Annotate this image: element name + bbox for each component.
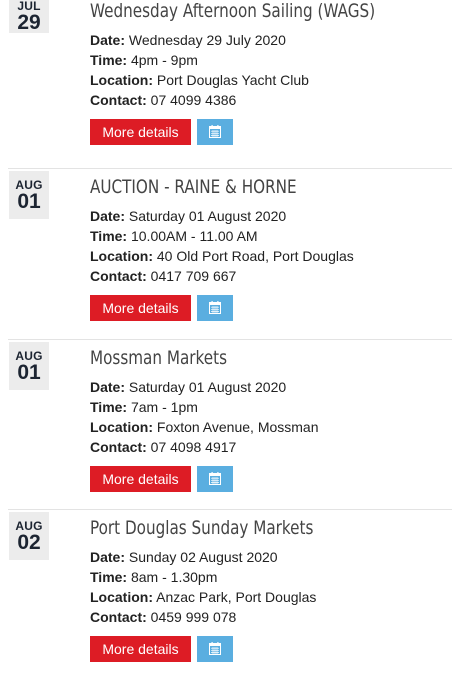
event-actions: More details [90, 636, 450, 662]
date-value: Saturday 01 August 2020 [128, 208, 287, 224]
event-time-row: Time: 10.00AM - 11.00 AM [90, 226, 450, 246]
date-badge: AUG 01 [9, 171, 49, 219]
event-title[interactable]: AUCTION - RAINE & HORNE [90, 174, 378, 200]
contact-label: Contact: [90, 92, 147, 108]
date-day: 29 [17, 11, 41, 34]
event-content: Mossman Markets Date: Saturday 01 August… [90, 339, 450, 492]
date-label: Date: [90, 208, 126, 224]
time-value: 10.00AM - 11.00 AM [130, 228, 258, 244]
contact-label: Contact: [90, 439, 147, 455]
location-label: Location: [90, 419, 153, 435]
location-value: Anzac Park, Port Douglas [156, 589, 317, 605]
event-title[interactable]: Port Douglas Sunday Markets [90, 515, 378, 541]
date-badge: AUG 02 [9, 512, 49, 560]
time-value: 8am - 1.30pm [130, 569, 218, 585]
event-item: JUL 29 Wednesday Afternoon Sailing (WAGS… [0, 0, 454, 158]
date-month: AUG [15, 178, 43, 192]
date-value: Saturday 01 August 2020 [128, 379, 287, 395]
contact-value: 07 4099 4386 [150, 92, 237, 108]
date-month: AUG [15, 519, 43, 533]
time-label: Time: [90, 569, 128, 585]
date-badge: AUG 01 [9, 342, 49, 390]
event-meta: Date: Sunday 02 August 2020 Time: 8am - … [90, 547, 450, 627]
contact-value: 0459 999 078 [150, 609, 237, 625]
date-day: 01 [17, 190, 41, 213]
calendar-icon [209, 642, 221, 655]
add-to-calendar-button[interactable] [197, 119, 233, 145]
event-actions: More details [90, 119, 450, 145]
location-value: Foxton Avenue, Mossman [156, 419, 319, 435]
contact-label: Contact: [90, 268, 147, 284]
add-to-calendar-button[interactable] [197, 466, 233, 492]
event-time-row: Time: 8am - 1.30pm [90, 567, 450, 587]
date-label: Date: [90, 32, 126, 48]
date-day: 01 [17, 361, 41, 384]
calendar-icon [209, 125, 221, 138]
location-value: 40 Old Port Road, Port Douglas [156, 248, 354, 264]
event-date-row: Date: Saturday 01 August 2020 [90, 206, 450, 226]
date-day: 02 [17, 531, 41, 554]
event-location-row: Location: Port Douglas Yacht Club [90, 70, 450, 90]
event-content: AUCTION - RAINE & HORNE Date: Saturday 0… [90, 168, 450, 321]
more-details-button[interactable]: More details [90, 466, 191, 492]
event-contact-row: Contact: 0417 709 667 [90, 266, 450, 286]
date-badge: JUL 29 [9, 0, 49, 34]
event-meta: Date: Saturday 01 August 2020 Time: 10.0… [90, 206, 450, 286]
more-details-button[interactable]: More details [90, 636, 191, 662]
time-label: Time: [90, 228, 128, 244]
location-label: Location: [90, 248, 153, 264]
date-month: AUG [15, 349, 43, 363]
event-contact-row: Contact: 07 4099 4386 [90, 90, 450, 110]
event-content: Wednesday Afternoon Sailing (WAGS) Date:… [90, 0, 450, 145]
location-label: Location: [90, 589, 153, 605]
contact-label: Contact: [90, 609, 147, 625]
event-time-row: Time: 7am - 1pm [90, 397, 450, 417]
event-contact-row: Contact: 07 4098 4917 [90, 437, 450, 457]
more-details-button[interactable]: More details [90, 295, 191, 321]
event-date-row: Date: Sunday 02 August 2020 [90, 547, 450, 567]
date-value: Sunday 02 August 2020 [128, 549, 278, 565]
event-location-row: Location: Anzac Park, Port Douglas [90, 587, 450, 607]
more-details-button[interactable]: More details [90, 119, 191, 145]
event-title[interactable]: Mossman Markets [90, 345, 378, 371]
add-to-calendar-button[interactable] [197, 636, 233, 662]
date-value: Wednesday 29 July 2020 [128, 32, 286, 48]
time-value: 7am - 1pm [130, 399, 198, 415]
event-contact-row: Contact: 0459 999 078 [90, 607, 450, 627]
event-actions: More details [90, 295, 450, 321]
date-label: Date: [90, 549, 126, 565]
date-label: Date: [90, 379, 126, 395]
time-value: 4pm - 9pm [130, 52, 198, 68]
location-label: Location: [90, 72, 153, 88]
event-title[interactable]: Wednesday Afternoon Sailing (WAGS) [90, 0, 378, 24]
event-meta: Date: Wednesday 29 July 2020 Time: 4pm -… [90, 30, 450, 110]
event-actions: More details [90, 466, 450, 492]
calendar-icon [209, 472, 221, 485]
event-content: Port Douglas Sunday Markets Date: Sunday… [90, 509, 450, 662]
location-value: Port Douglas Yacht Club [156, 72, 309, 88]
event-location-row: Location: 40 Old Port Road, Port Douglas [90, 246, 450, 266]
time-label: Time: [90, 399, 128, 415]
event-date-row: Date: Wednesday 29 July 2020 [90, 30, 450, 50]
calendar-icon [209, 301, 221, 314]
event-date-row: Date: Saturday 01 August 2020 [90, 377, 450, 397]
time-label: Time: [90, 52, 128, 68]
contact-value: 07 4098 4917 [150, 439, 237, 455]
add-to-calendar-button[interactable] [197, 295, 233, 321]
event-location-row: Location: Foxton Avenue, Mossman [90, 417, 450, 437]
event-time-row: Time: 4pm - 9pm [90, 50, 450, 70]
event-meta: Date: Saturday 01 August 2020 Time: 7am … [90, 377, 450, 457]
contact-value: 0417 709 667 [150, 268, 237, 284]
